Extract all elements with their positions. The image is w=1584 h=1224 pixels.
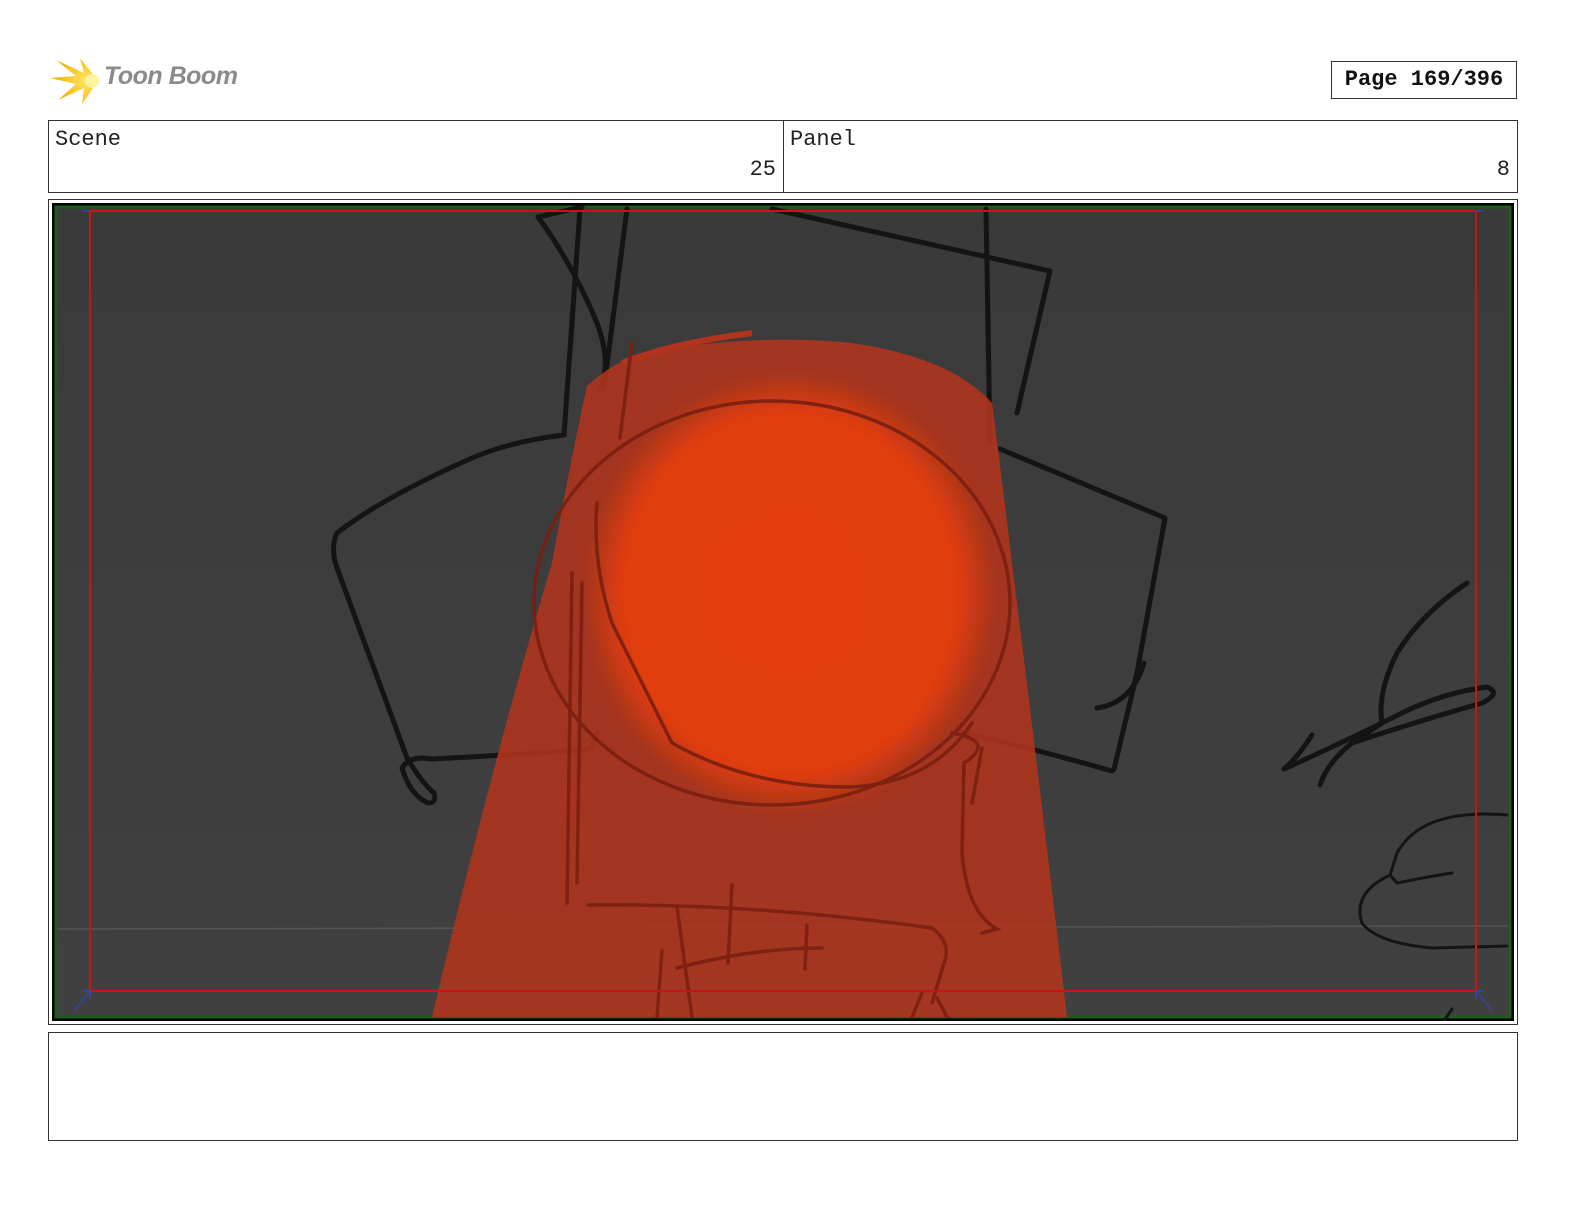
logo-text: Toon Boom (104, 62, 238, 90)
scene-cell: Scene 25 (49, 121, 784, 192)
panel-label: Panel (790, 127, 857, 152)
panel-cell: Panel 8 (784, 121, 1517, 192)
toon-boom-logo: Toon Boom (50, 56, 250, 106)
starburst-icon (50, 58, 99, 104)
storyboard-drawing (54, 204, 1512, 1021)
scene-panel-header: Scene 25 Panel 8 (48, 120, 1518, 193)
glowing-orb (585, 373, 995, 813)
scene-number: 25 (749, 157, 776, 182)
panel-number: 8 (1496, 157, 1510, 182)
storyboard-frame (52, 203, 1514, 1021)
notes-box[interactable] (48, 1032, 1518, 1141)
scene-label: Scene (55, 127, 122, 152)
page-indicator: Page 169/396 (1331, 61, 1517, 99)
